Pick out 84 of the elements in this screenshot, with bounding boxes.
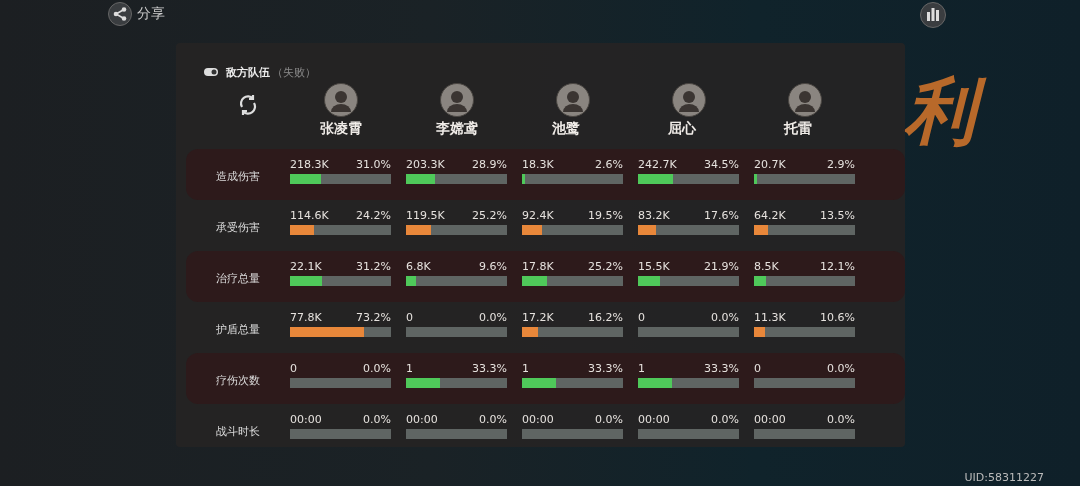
stat-percent: 0.0% [827, 361, 855, 375]
stat-value: 00:00 [406, 412, 438, 426]
stat-label: 造成伤害 [215, 169, 261, 184]
stat-percent: 0.0% [479, 310, 507, 324]
stat-value: 77.8K [290, 310, 322, 324]
stat-percent: 0.0% [711, 412, 739, 426]
player-name: 屈心 [668, 120, 696, 138]
stat-value: 1 [522, 361, 529, 375]
avatar-silhouette [556, 83, 590, 117]
stat-percent: 17.6% [704, 208, 739, 222]
stat-percent: 2.6% [595, 157, 623, 171]
stat-label: 疗伤次数 [215, 373, 261, 388]
player-name: 李嫦鸢 [436, 120, 478, 138]
stat-value: 83.2K [638, 208, 670, 222]
stat-percent: 25.2% [588, 259, 623, 273]
stat-percent: 9.6% [479, 259, 507, 273]
avatar-silhouette [788, 83, 822, 117]
player-name: 张凌霄 [320, 120, 362, 138]
stat-value: 0 [406, 310, 413, 324]
stat-value: 17.8K [522, 259, 554, 273]
stat-percent: 34.5% [704, 157, 739, 171]
stat-percent: 2.9% [827, 157, 855, 171]
stat-value: 15.5K [638, 259, 670, 273]
stat-percent: 33.3% [472, 361, 507, 375]
stat-percent: 0.0% [711, 310, 739, 324]
toggle-icon[interactable] [204, 68, 218, 76]
stat-value: 0 [638, 310, 645, 324]
stat-percent: 31.2% [356, 259, 391, 273]
stat-value: 114.6K [290, 208, 329, 222]
stat-value: 11.3K [754, 310, 786, 324]
stat-percent: 24.2% [356, 208, 391, 222]
stat-value: 18.3K [522, 157, 554, 171]
uid-label: UID:58311227 [964, 471, 1044, 484]
stat-percent: 21.9% [704, 259, 739, 273]
stat-label: 战斗时长 [215, 424, 261, 439]
stat-value: 1 [406, 361, 413, 375]
stat-percent: 13.5% [820, 208, 855, 222]
stat-percent: 0.0% [479, 412, 507, 426]
share-icon[interactable] [108, 2, 132, 26]
stat-value: 00:00 [290, 412, 322, 426]
stat-value: 17.2K [522, 310, 554, 324]
stat-value: 00:00 [638, 412, 670, 426]
stat-percent: 0.0% [363, 361, 391, 375]
stat-value: 203.3K [406, 157, 445, 171]
stat-percent: 28.9% [472, 157, 507, 171]
stat-percent: 12.1% [820, 259, 855, 273]
background-title: 利 [900, 66, 988, 156]
stat-value: 00:00 [754, 412, 786, 426]
stat-percent: 33.3% [704, 361, 739, 375]
stat-percent: 25.2% [472, 208, 507, 222]
stat-value: 92.4K [522, 208, 554, 222]
player-name: 池鹭 [552, 120, 580, 138]
stat-value: 64.2K [754, 208, 786, 222]
share-label[interactable]: 分享 [137, 5, 165, 23]
stat-percent: 16.2% [588, 310, 623, 324]
stat-value: 242.7K [638, 157, 677, 171]
stat-label: 治疗总量 [215, 271, 261, 286]
bar-chart-icon[interactable] [920, 1, 946, 28]
stat-percent: 31.0% [356, 157, 391, 171]
stat-percent: 0.0% [595, 412, 623, 426]
stat-percent: 10.6% [820, 310, 855, 324]
stat-value: 0 [290, 361, 297, 375]
stat-percent: 19.5% [588, 208, 623, 222]
stat-percent: 33.3% [588, 361, 623, 375]
team-title: 敌方队伍 [226, 64, 270, 80]
stat-value: 22.1K [290, 259, 322, 273]
stat-value: 00:00 [522, 412, 554, 426]
stat-percent: 0.0% [827, 412, 855, 426]
stat-percent: 0.0% [363, 412, 391, 426]
avatar-silhouette [672, 83, 706, 117]
stat-label: 护盾总量 [215, 322, 261, 337]
stat-percent: 73.2% [356, 310, 391, 324]
stat-value: 6.8K [406, 259, 431, 273]
stat-value: 119.5K [406, 208, 445, 222]
avatar-silhouette [440, 83, 474, 117]
stat-value: 20.7K [754, 157, 786, 171]
stat-label: 承受伤害 [215, 220, 261, 235]
stat-value: 0 [754, 361, 761, 375]
stat-value: 1 [638, 361, 645, 375]
stat-value: 8.5K [754, 259, 779, 273]
stat-value: 218.3K [290, 157, 329, 171]
avatar-silhouette [324, 83, 358, 117]
player-name: 托雷 [784, 120, 812, 138]
result-label: （失败） [272, 64, 316, 80]
